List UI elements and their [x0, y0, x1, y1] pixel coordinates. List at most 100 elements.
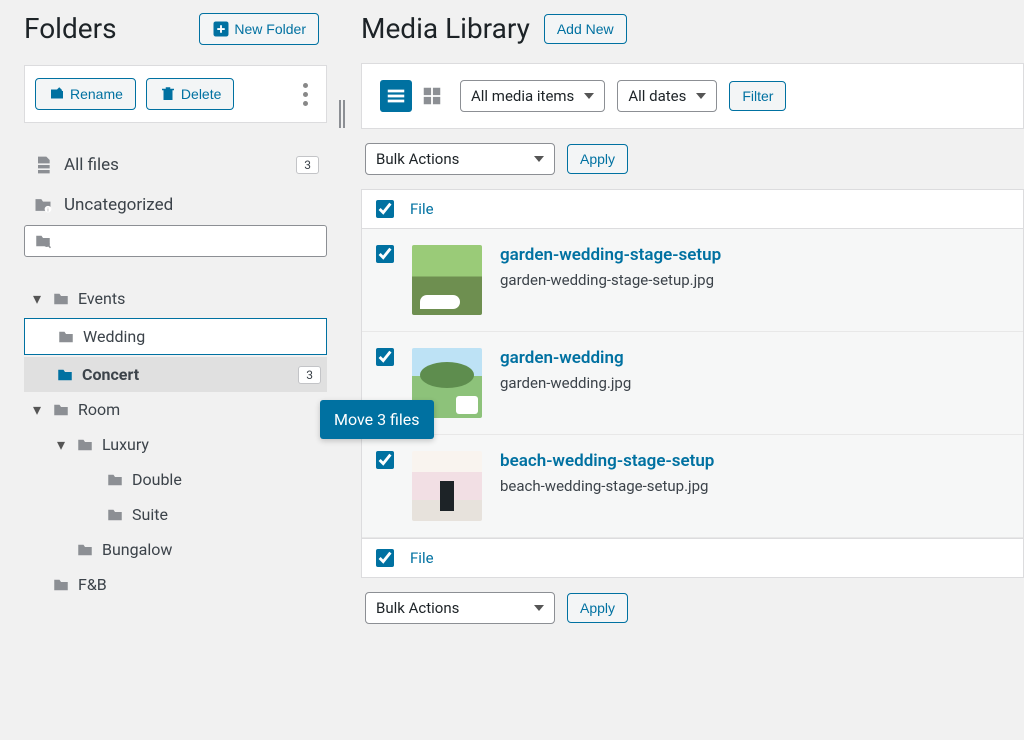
thumbnail[interactable]: [412, 348, 482, 418]
tree-item-bungalow[interactable]: Bungalow: [24, 532, 327, 567]
row-checkbox[interactable]: [376, 245, 394, 263]
all-files-row[interactable]: All files 3: [24, 145, 327, 185]
bulk-actions-top: Bulk Actions Apply: [361, 129, 1024, 189]
row-checkbox[interactable]: [376, 451, 394, 469]
add-new-button[interactable]: Add New: [544, 14, 627, 44]
bulk-actions-select-bottom[interactable]: Bulk Actions: [365, 592, 555, 624]
new-folder-label: New Folder: [234, 21, 306, 37]
tree-label: Luxury: [102, 435, 149, 454]
uncategorized-row[interactable]: i Uncategorized: [24, 185, 327, 225]
thumbnail[interactable]: [412, 451, 482, 521]
sidebar-title: Folders: [24, 12, 117, 45]
folder-info-icon: i: [32, 195, 54, 215]
tree-item-events[interactable]: ▾ Events: [24, 281, 327, 316]
apply-button-top[interactable]: Apply: [567, 144, 628, 174]
tree-label: Suite: [132, 505, 168, 524]
main-header: Media Library Add New: [361, 12, 1024, 45]
grid-view-button[interactable]: [416, 80, 448, 112]
folder-toolbar: Rename Delete: [24, 65, 327, 123]
folder-search-input[interactable]: [57, 233, 318, 250]
folder-icon: [50, 290, 72, 308]
all-files-label: All files: [64, 155, 119, 175]
tree-label: Wedding: [83, 327, 145, 346]
uncategorized-label: Uncategorized: [64, 195, 173, 215]
folder-icon: [50, 576, 72, 594]
row-info: garden-wedding garden-wedding.jpg: [500, 348, 631, 392]
tree-item-suite[interactable]: Suite: [24, 497, 327, 532]
view-toggle: [380, 80, 448, 112]
chevron-down-icon[interactable]: ▾: [30, 292, 44, 306]
media-filename: garden-wedding-stage-setup.jpg: [500, 271, 721, 289]
folder-icon: [74, 541, 96, 559]
rename-button[interactable]: Rename: [35, 78, 136, 110]
tree-item-concert[interactable]: Concert 3: [24, 357, 327, 392]
tree-label: Bungalow: [102, 540, 172, 559]
new-folder-button[interactable]: New Folder: [199, 13, 319, 45]
tree-label: F&B: [78, 575, 107, 594]
folder-search-icon: [33, 232, 53, 250]
tree-label: Room: [78, 400, 120, 419]
filter-toolbar: All media items All dates Filter: [361, 63, 1024, 129]
add-new-label: Add New: [557, 21, 614, 37]
bulk-actions-select[interactable]: Bulk Actions: [365, 143, 555, 175]
type-filter-value: All media items: [471, 87, 574, 105]
all-files-count: 3: [296, 156, 319, 174]
filter-label: Filter: [742, 88, 773, 104]
filter-button[interactable]: Filter: [729, 81, 786, 111]
tree-item-double[interactable]: Double: [24, 462, 327, 497]
file-column-header[interactable]: File: [410, 200, 434, 218]
table-footer: File: [362, 538, 1023, 577]
folder-tree: ▾ Events Wedding Concert 3 ▾ Room ▾ Luxu…: [24, 273, 327, 602]
more-actions-button[interactable]: [294, 80, 316, 108]
row-checkbox[interactable]: [376, 348, 394, 366]
select-all-checkbox-bottom[interactable]: [376, 549, 394, 567]
date-filter-select[interactable]: All dates: [617, 80, 717, 112]
file-column-footer[interactable]: File: [410, 549, 434, 567]
delete-button[interactable]: Delete: [146, 78, 234, 110]
date-filter-value: All dates: [628, 87, 686, 105]
stack-icon: [32, 155, 54, 175]
tree-item-room[interactable]: ▾ Room: [24, 392, 327, 427]
svg-text:i: i: [47, 208, 48, 214]
bulk-select-value: Bulk Actions: [376, 599, 459, 617]
table-row[interactable]: beach-wedding-stage-setup beach-wedding-…: [362, 435, 1023, 538]
tree-label: Events: [78, 289, 125, 308]
sidebar-header: Folders New Folder: [24, 12, 327, 45]
list-view-button[interactable]: [380, 80, 412, 112]
media-title-link[interactable]: garden-wedding-stage-setup: [500, 245, 721, 265]
folder-icon: [104, 471, 126, 489]
type-filter-select[interactable]: All media items: [460, 80, 605, 112]
folder-icon: [74, 436, 96, 454]
trash-icon: [159, 85, 177, 103]
bulk-select-value: Bulk Actions: [376, 150, 459, 168]
page-title: Media Library: [361, 12, 530, 45]
table-row[interactable]: garden-wedding-stage-setup garden-weddin…: [362, 229, 1023, 332]
media-filename: garden-wedding.jpg: [500, 374, 631, 392]
column-resize-handle[interactable]: [335, 0, 349, 740]
folder-icon: [104, 506, 126, 524]
thumbnail[interactable]: [412, 245, 482, 315]
media-library-main: Media Library Add New All media items Al…: [349, 0, 1024, 740]
folder-count: 3: [298, 366, 321, 384]
tree-item-luxury[interactable]: ▾ Luxury: [24, 427, 327, 462]
folder-search[interactable]: [24, 225, 327, 257]
apply-label: Apply: [580, 600, 615, 616]
rename-label: Rename: [70, 86, 123, 102]
apply-button-bottom[interactable]: Apply: [567, 593, 628, 623]
tree-item-fnb[interactable]: F&B: [24, 567, 327, 602]
media-title-link[interactable]: garden-wedding: [500, 348, 631, 368]
grid-icon: [421, 85, 443, 107]
folders-sidebar: Folders New Folder Rename Delete All fil…: [0, 0, 335, 740]
rename-icon: [48, 85, 66, 103]
select-all-checkbox[interactable]: [376, 200, 394, 218]
list-icon: [385, 85, 407, 107]
delete-label: Delete: [181, 86, 221, 102]
media-table: File garden-wedding-stage-setup garden-w…: [361, 189, 1024, 578]
plus-icon: [212, 20, 230, 38]
chevron-down-icon[interactable]: ▾: [30, 403, 44, 417]
tree-item-wedding[interactable]: Wedding: [24, 318, 327, 355]
table-row[interactable]: garden-wedding garden-wedding.jpg: [362, 332, 1023, 435]
chevron-down-icon[interactable]: ▾: [54, 438, 68, 452]
media-title-link[interactable]: beach-wedding-stage-setup: [500, 451, 714, 471]
folder-icon: [50, 401, 72, 419]
